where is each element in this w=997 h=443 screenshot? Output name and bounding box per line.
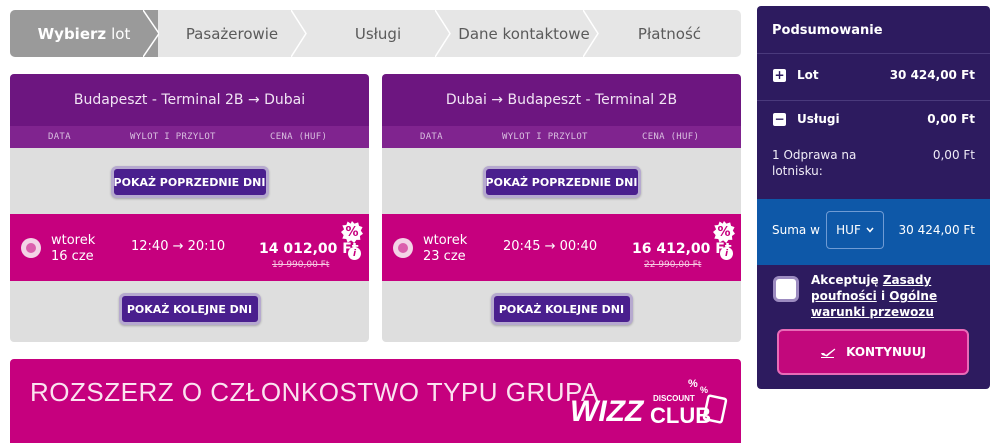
flight-date: wtorek 16 cze: [51, 233, 95, 265]
column-headers: DATA WYLOT I PRZYLOT CENA (HUF): [10, 126, 369, 148]
terms-checkbox[interactable]: [773, 276, 799, 302]
info-icon[interactable]: i: [720, 247, 733, 260]
show-previous-days-button[interactable]: POKAŻ POPRZEDNIE DNI: [482, 166, 641, 198]
summary-title: Podsumowanie: [757, 6, 990, 54]
wizz-discount-club-logo: WIZZ DISCOUNT CLUB % %: [570, 373, 730, 435]
total-label: Suma w: [772, 223, 820, 237]
outbound-flight-panel: Budapeszt - Terminal 2B → Dubai DATA WYL…: [10, 74, 369, 342]
col-price: CENA (HUF): [270, 132, 328, 142]
step-separator: [583, 10, 599, 57]
step-separator: [291, 10, 307, 57]
info-icon[interactable]: i: [348, 247, 361, 260]
svg-text:WIZZ: WIZZ: [570, 395, 645, 428]
discount-badge-icon: %: [341, 221, 363, 243]
summary-flight-value: 30 424,00 Ft: [889, 68, 975, 82]
col-price: CENA (HUF): [642, 132, 700, 142]
flight-radio[interactable]: [393, 238, 413, 258]
summary-flight-row[interactable]: + Lot 30 424,00 Ft: [757, 68, 990, 108]
step-label-bold: Wybierz: [37, 24, 107, 43]
plane-takeoff-icon: [821, 348, 836, 358]
summary-flight-label: Lot: [797, 68, 819, 82]
col-date: DATA: [48, 132, 71, 142]
expand-icon[interactable]: +: [773, 69, 786, 82]
flight-weekday: wtorek: [51, 233, 96, 248]
step-contact[interactable]: Dane kontaktowe: [450, 10, 599, 57]
flight-price: 16 412,00 Ft: [632, 241, 732, 257]
checkin-detail-value: 0,00 Ft: [932, 148, 975, 162]
summary-services-row[interactable]: − Usługi 0,00 Ft: [757, 112, 990, 152]
flight-old-price: 19 990,00 Ft: [272, 260, 330, 270]
flight-times: 12:40 → 20:10: [131, 239, 226, 254]
svg-text:DISCOUNT: DISCOUNT: [653, 394, 695, 403]
step-select-flight[interactable]: Wybierz lot: [10, 10, 159, 57]
currency-select[interactable]: HUF: [826, 211, 884, 249]
flight-day: 16 cze: [51, 249, 94, 264]
divider: [757, 100, 990, 101]
flight-date: wtorek 23 cze: [423, 233, 467, 265]
flight-old-price: 22 990,00 Ft: [644, 260, 702, 270]
step-payment[interactable]: Płatność: [598, 10, 741, 57]
banner-title: ROZSZERZ O CZŁONKOSTWO TYPU GRUPA: [30, 377, 599, 407]
continue-label: KONTYNUUJ: [846, 345, 926, 359]
step-label: Płatność: [637, 24, 702, 43]
step-passengers[interactable]: Pasażerowie: [158, 10, 307, 57]
route-title: Dubai → Budapeszt - Terminal 2B: [382, 74, 741, 126]
show-next-days-button[interactable]: POKAŻ KOLEJNE DNI: [490, 293, 633, 325]
flight-weekday: wtorek: [423, 233, 468, 248]
terms-consent-text: Akceptuję Zasady poufności i Ogólne waru…: [811, 272, 981, 320]
svg-text:%: %: [688, 378, 698, 390]
flight-price: 14 012,00 Ft: [259, 241, 359, 257]
show-next-days-button[interactable]: POKAŻ KOLEJNE DNI: [118, 293, 261, 325]
step-label: Usługi: [354, 24, 402, 43]
inbound-flight-panel: Dubai → Budapeszt - Terminal 2B DATA WYL…: [382, 74, 741, 342]
total-value: 30 424,00 Ft: [898, 223, 976, 237]
consent-mid: i: [880, 289, 886, 303]
flight-radio[interactable]: [21, 238, 41, 258]
consent-prefix: Akceptuję: [811, 273, 879, 287]
flight-option-row[interactable]: wtorek 23 cze 20:45 → 00:40 16 412,00 Ft…: [382, 214, 741, 281]
step-label: Pasażerowie: [185, 24, 279, 43]
col-times: WYLOT I PRZYLOT: [130, 132, 216, 142]
col-date: DATA: [420, 132, 443, 142]
step-separator: [143, 10, 159, 57]
flight-option-row[interactable]: wtorek 16 cze 12:40 → 20:10 14 012,00 Ft…: [10, 214, 369, 281]
collapse-icon[interactable]: −: [773, 113, 786, 126]
show-previous-days-button[interactable]: POKAŻ POPRZEDNIE DNI: [110, 166, 269, 198]
route-title: Budapeszt - Terminal 2B → Dubai: [10, 74, 369, 126]
step-separator: [435, 10, 451, 57]
col-times: WYLOT I PRZYLOT: [502, 132, 588, 142]
booking-progress: Wybierz lot Pasażerowie Usługi Dane kont…: [10, 10, 741, 57]
checkin-detail-label: 1 Odprawa na lotnisku:: [772, 148, 857, 178]
chevron-down-icon: [866, 227, 874, 233]
step-services[interactable]: Usługi: [306, 10, 451, 57]
summary-services-value: 0,00 Ft: [927, 112, 975, 126]
flight-times: 20:45 → 00:40: [503, 239, 598, 254]
discount-badge-icon: %: [713, 221, 735, 243]
svg-text:CLUB: CLUB: [650, 403, 711, 428]
step-label: lot: [111, 24, 131, 43]
summary-total: Suma w HUF 30 424,00 Ft: [757, 199, 990, 265]
summary-services-label: Usługi: [797, 112, 840, 126]
step-label: Dane kontaktowe: [458, 24, 590, 43]
column-headers: DATA WYLOT I PRZYLOT CENA (HUF): [382, 126, 741, 148]
svg-text:%: %: [700, 385, 708, 395]
flight-day: 23 cze: [423, 249, 466, 264]
group-membership-banner[interactable]: ROZSZERZ O CZŁONKOSTWO TYPU GRUPA WIZZ D…: [10, 359, 741, 443]
booking-summary: Podsumowanie + Lot 30 424,00 Ft − Usługi…: [757, 6, 990, 389]
currency-value: HUF: [836, 223, 861, 237]
continue-button[interactable]: KONTYNUUJ: [777, 329, 969, 375]
